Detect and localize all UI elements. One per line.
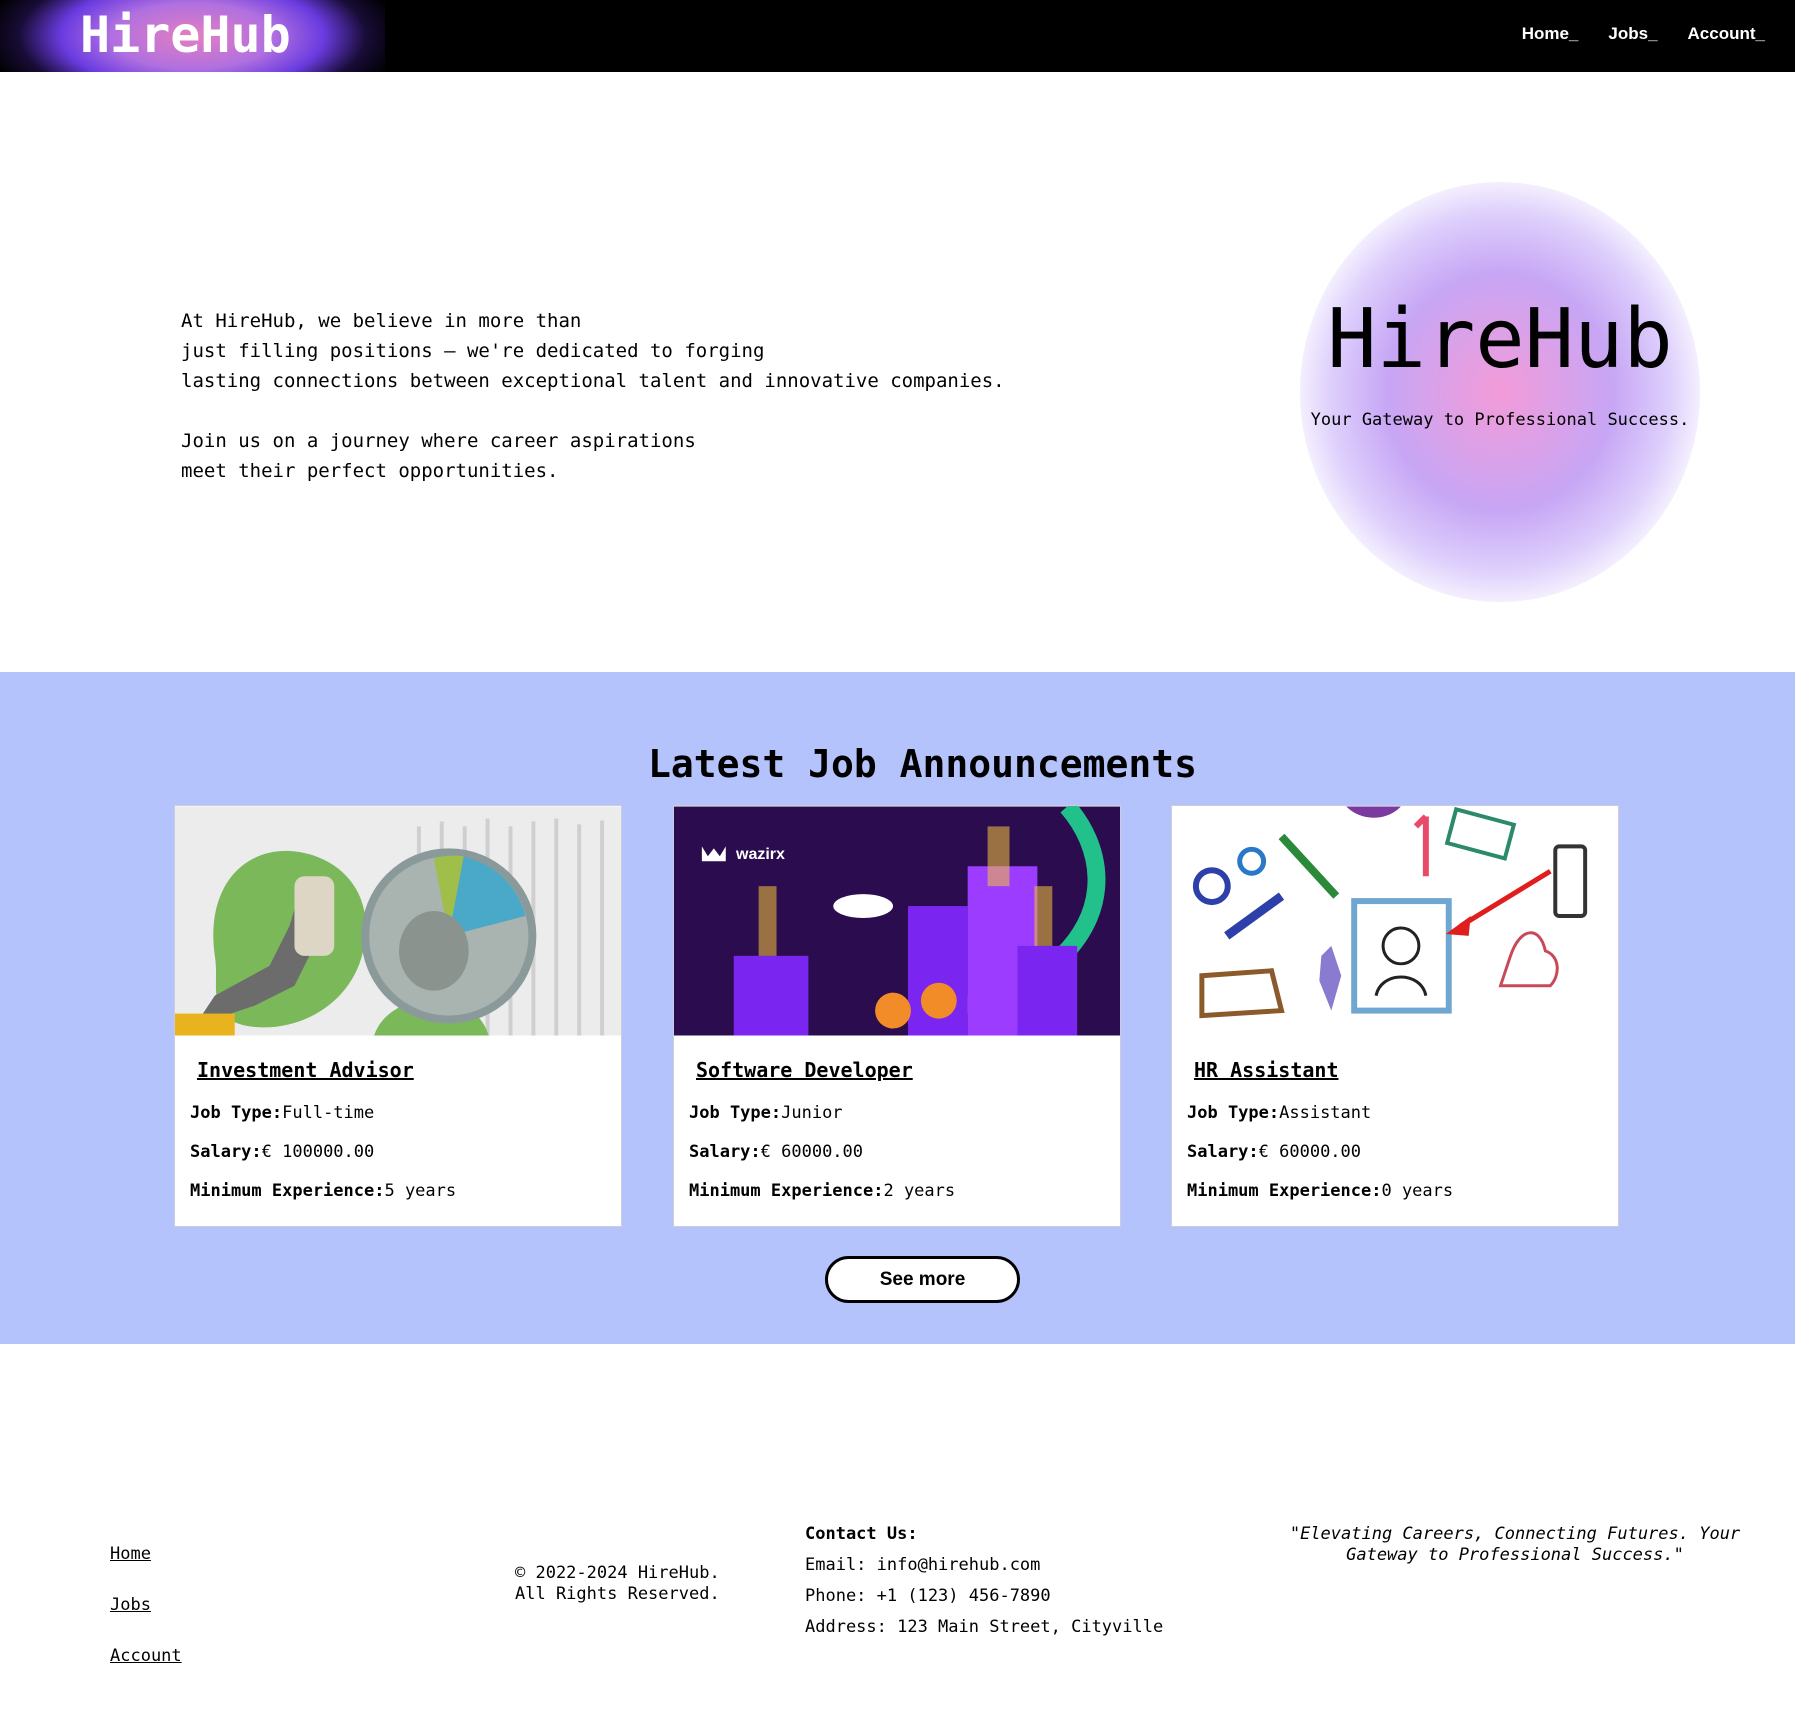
hero-title: HireHub xyxy=(1327,292,1673,387)
wazirx-logo-text: wazirx xyxy=(736,846,785,863)
hero-subtitle: Your Gateway to Professional Success. xyxy=(1310,410,1690,430)
job-salary: Salary:€ 60000.00 xyxy=(1187,1142,1362,1162)
footer-link-home[interactable]: Home xyxy=(110,1544,151,1564)
footer-link-account[interactable]: Account xyxy=(110,1646,182,1666)
job-type: Job Type:Assistant xyxy=(1187,1103,1372,1123)
job-card[interactable]: wazirx Software Developer Job Type:Junio… xyxy=(673,805,1121,1227)
jobs-section: Latest Job Announcements Investment Advi… xyxy=(0,672,1795,1344)
logo-glow: HireHub xyxy=(0,0,385,72)
hr-doodle-image xyxy=(1172,806,1618,1036)
nav-links: Home_ Jobs_ Account_ xyxy=(1522,24,1765,44)
contact-info: Contact Us: Email: info@hirehub.com Phon… xyxy=(805,1519,1163,1643)
hero-intro-text: At HireHub, we believe in more than just… xyxy=(181,310,1005,482)
footer-link-jobs[interactable]: Jobs xyxy=(110,1595,151,1615)
copyright-text: © 2022-2024 HireHub. All Rights Reserved… xyxy=(515,1563,720,1604)
contact-email: Email: info@hirehub.com xyxy=(805,1555,1041,1575)
contact-heading: Contact Us: xyxy=(805,1524,918,1544)
job-card[interactable]: Investment Advisor Job Type:Full-time Sa… xyxy=(174,805,622,1227)
site-logo[interactable]: HireHub xyxy=(80,6,291,64)
wazirx-crypto-image xyxy=(674,806,1120,1036)
job-card[interactable]: HR Assistant Job Type:Assistant Salary:€… xyxy=(1171,805,1619,1227)
nav-link-jobs[interactable]: Jobs_ xyxy=(1608,24,1657,44)
job-title-link[interactable]: Software Developer xyxy=(696,1058,913,1082)
job-experience: Minimum Experience:2 years xyxy=(689,1181,956,1201)
footer-quote: "Elevating Careers, Connecting Futures. … xyxy=(1289,1524,1741,1565)
top-navbar: HireHub Home_ Jobs_ Account_ xyxy=(0,0,1795,72)
job-experience: Minimum Experience:5 years xyxy=(190,1181,457,1201)
contact-address: Address: 123 Main Street, Cityville xyxy=(805,1617,1164,1637)
nav-link-account[interactable]: Account_ xyxy=(1688,24,1765,44)
job-type: Job Type:Junior xyxy=(689,1103,843,1123)
nav-link-home[interactable]: Home_ xyxy=(1522,24,1579,44)
jobs-heading: Latest Job Announcements xyxy=(647,742,1198,786)
job-type: Job Type:Full-time xyxy=(190,1103,375,1123)
job-experience: Minimum Experience:0 years xyxy=(1187,1181,1454,1201)
contact-phone: Phone: +1 (123) 456-7890 xyxy=(805,1586,1051,1606)
footer: Home Jobs Account © 2022-2024 HireHub. A… xyxy=(0,1344,1795,1716)
job-title-link[interactable]: Investment Advisor xyxy=(197,1058,414,1082)
job-salary: Salary:€ 60000.00 xyxy=(689,1142,864,1162)
see-more-button[interactable]: See more xyxy=(825,1256,1020,1303)
hero-section: At HireHub, we believe in more than just… xyxy=(0,72,1795,672)
finance-collage-image xyxy=(175,806,621,1036)
job-title-link[interactable]: HR Assistant xyxy=(1194,1058,1339,1082)
job-salary: Salary:€ 100000.00 xyxy=(190,1142,375,1162)
hero-glow xyxy=(1300,182,1700,602)
